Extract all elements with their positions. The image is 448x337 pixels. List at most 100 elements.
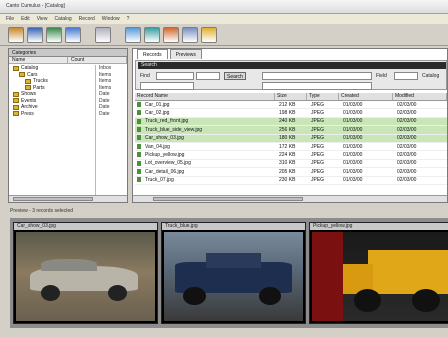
column-name[interactable]: Name xyxy=(9,57,68,63)
cell-text: JPEG xyxy=(311,152,325,159)
field-select[interactable] xyxy=(394,72,418,80)
table-cell: 02/03/00 xyxy=(393,177,447,183)
save-icon[interactable] xyxy=(46,27,62,43)
table-row[interactable]: Pickup_yellow.jpg 224 KB JPEG 01/03/00 02/03… xyxy=(135,151,447,160)
settings-icon[interactable] xyxy=(182,27,198,43)
find-field[interactable] xyxy=(156,72,194,80)
table-row[interactable]: Truck_red_front.jpg 240 KB JPEG 01/03/00 02/… xyxy=(135,117,447,127)
table-cell: JPEG xyxy=(307,169,339,175)
records-scrollbar[interactable] xyxy=(133,195,447,202)
menu-item[interactable]: Record xyxy=(79,16,95,22)
preview-thumbnail[interactable]: Pickup_yellow.jpg xyxy=(309,222,448,324)
menu-bar: File Edit View Catalog Record Window? xyxy=(0,14,448,24)
column-header[interactable]: Size xyxy=(275,93,307,100)
preview-icon[interactable] xyxy=(144,27,160,43)
table-row[interactable]: Van_04.jpg 172 KB JPEG 01/03/00 02/03/00 xyxy=(135,143,447,152)
cell-text: 230 KB xyxy=(279,177,296,184)
find-icon[interactable] xyxy=(95,27,111,43)
table-cell: Car_02.jpg xyxy=(135,110,275,116)
table-cell: Car_detail_06.jpg xyxy=(135,169,275,175)
scroll-thumb[interactable] xyxy=(13,197,93,201)
table-cell: Pickup_yellow.jpg xyxy=(135,152,275,158)
category-count: Date xyxy=(99,110,110,117)
table-row[interactable]: Car_show_03.jpg 180 KB JPEG 01/03/00 02/03/0… xyxy=(135,134,447,143)
table-row[interactable]: Car_01.jpg 212 KB JPEG 01/03/00 02/03/00 xyxy=(135,101,447,110)
column-header[interactable]: Record Name xyxy=(135,93,275,100)
table-row[interactable]: Truck_blue_side_view.jpg 256 KB JPEG 01/03/… xyxy=(135,126,447,135)
menu-item[interactable]: Window xyxy=(102,16,120,22)
search-panel: Search Find Search Field Catalog xyxy=(135,60,447,90)
preview-thumbnail[interactable]: Car_show_03.jpg xyxy=(13,222,158,324)
column-header[interactable]: Modified xyxy=(393,93,447,100)
table-cell: 01/03/00 xyxy=(339,102,393,108)
table-cell: Car_show_03.jpg xyxy=(135,135,275,141)
cell-text: 198 KB xyxy=(279,110,296,117)
tab-records[interactable]: Records xyxy=(137,49,168,59)
table-row[interactable]: Car_02.jpg 198 KB JPEG 01/03/00 02/03/00 xyxy=(135,109,447,118)
cell-text: JPEG xyxy=(311,118,325,125)
cell-text: 180 KB xyxy=(279,135,296,142)
cell-text: JPEG xyxy=(311,160,325,167)
cell-text: Lot_overview_05.jpg xyxy=(145,160,191,167)
print-icon[interactable] xyxy=(65,27,81,43)
preview-image[interactable] xyxy=(164,232,303,321)
cell-text: 01/03/00 xyxy=(343,135,363,142)
table-cell: 02/03/00 xyxy=(393,110,447,116)
table-cell: JPEG xyxy=(307,160,339,166)
cell-text: JPEG xyxy=(311,135,325,142)
criteria-value[interactable] xyxy=(262,82,372,90)
operator-select[interactable] xyxy=(196,72,220,80)
cell-text: Pickup_yellow.jpg xyxy=(145,152,185,159)
table-cell: 02/03/00 xyxy=(393,127,447,133)
preview-thumbnail[interactable]: Truck_blue.jpg xyxy=(161,222,306,324)
table-cell: 01/03/00 xyxy=(339,152,393,158)
cell-text: 01/03/00 xyxy=(343,126,363,133)
records-panel: Records Previews Search Find Search Field… xyxy=(132,48,448,203)
menu-item[interactable]: Catalog xyxy=(54,16,71,22)
search-button[interactable]: Search xyxy=(224,72,246,80)
table-cell: 240 KB xyxy=(275,118,307,124)
table-row[interactable]: Truck_07.jpg 230 KB JPEG 01/03/00 02/03/00 xyxy=(135,177,447,185)
table-row[interactable]: Lot_overview_05.jpg 310 KB JPEG 01/03/00 02/… xyxy=(135,160,447,169)
tab-previews[interactable]: Previews xyxy=(169,49,202,59)
search-query-input[interactable] xyxy=(262,72,372,80)
toolbar-separator xyxy=(84,27,92,42)
catalog-icon[interactable] xyxy=(125,27,141,43)
preview-caption: Pickup_yellow.jpg xyxy=(310,223,448,230)
menu-item[interactable]: ? xyxy=(127,16,130,22)
preview-image[interactable] xyxy=(16,232,155,321)
criteria-field[interactable] xyxy=(140,82,194,90)
records-body: Car_01.jpg 212 KB JPEG 01/03/00 02/03/00 Car_… xyxy=(135,101,447,185)
table-cell: JPEG xyxy=(307,127,339,133)
cell-text: 02/03/00 xyxy=(397,135,417,142)
new-icon[interactable] xyxy=(8,27,24,43)
table-cell: 205 KB xyxy=(275,169,307,175)
records-table: Record Name Size Type Created Modified Car_0… xyxy=(135,93,447,185)
user-icon[interactable] xyxy=(163,27,179,43)
column-header[interactable]: Type xyxy=(307,93,339,100)
table-cell: JPEG xyxy=(307,177,339,183)
table-row[interactable]: Car_detail_06.jpg 205 KB JPEG 01/03/00 02/03… xyxy=(135,168,447,177)
column-count[interactable]: Count xyxy=(68,57,127,63)
open-icon[interactable] xyxy=(27,27,43,43)
cell-text: 01/03/00 xyxy=(343,143,363,150)
help-icon[interactable] xyxy=(201,27,217,43)
cell-text: Truck_blue_side_view.jpg xyxy=(145,126,203,133)
records-header: Record Name Size Type Created Modified xyxy=(135,93,447,101)
table-cell: JPEG xyxy=(307,144,339,150)
window-title: Canto Cumulus - [Catalog] xyxy=(6,3,65,9)
scroll-thumb[interactable] xyxy=(153,197,303,201)
cell-text: 02/03/00 xyxy=(397,168,417,175)
menu-item[interactable]: File xyxy=(6,16,14,22)
preview-image[interactable] xyxy=(312,232,448,321)
column-header[interactable]: Created xyxy=(339,93,393,100)
image-file-icon xyxy=(137,118,141,124)
cell-text: Car_detail_06.jpg xyxy=(145,168,185,175)
menu-item[interactable]: View xyxy=(37,16,48,22)
categories-scrollbar[interactable] xyxy=(9,195,127,202)
cell-text: 205 KB xyxy=(279,168,296,175)
preview-caption: Truck_blue.jpg xyxy=(162,223,305,230)
menu-item[interactable]: Edit xyxy=(21,16,30,22)
tree-node[interactable]: Press xyxy=(9,111,95,118)
catalog-label: Catalog xyxy=(422,73,440,79)
